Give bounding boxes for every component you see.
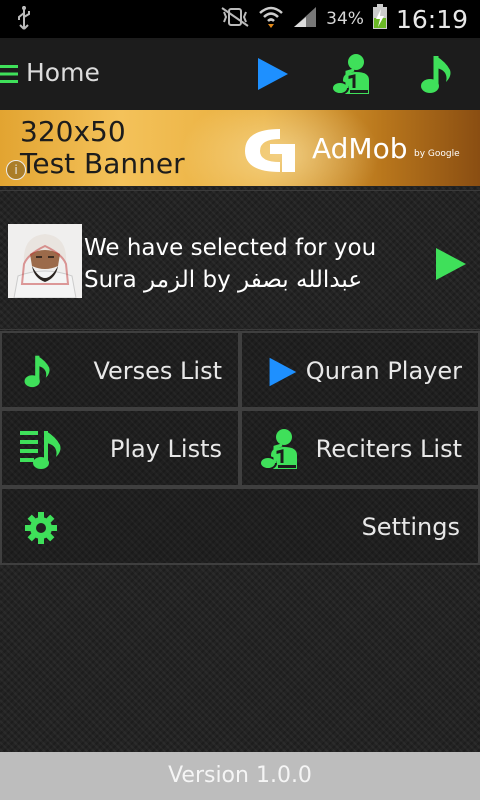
settings-button[interactable]: Settings: [0, 487, 480, 565]
play-icon: [266, 355, 298, 393]
verses-list-button[interactable]: Verses List: [0, 331, 240, 409]
signal-icon: [292, 5, 318, 33]
play-icon[interactable]: [254, 56, 290, 96]
playlist-icon: [18, 427, 64, 475]
verses-list-label: Verses List: [93, 357, 222, 385]
admob-by-google: by Google: [414, 149, 460, 159]
status-bar: 34% 16:19: [0, 0, 480, 38]
ad-info-icon[interactable]: i: [6, 160, 26, 180]
featured-heading: We have selected for you: [84, 235, 377, 261]
admob-brand: AdMob: [312, 132, 408, 165]
quran-player-button[interactable]: Quran Player: [240, 331, 480, 409]
settings-label: Settings: [361, 513, 460, 541]
home-title[interactable]: Home: [26, 58, 100, 87]
featured-sura-reciter: Sura الزمر by عبدالله بصفر: [84, 267, 363, 293]
featured-play-icon[interactable]: [434, 246, 468, 286]
quran-player-label: Quran Player: [305, 357, 462, 385]
reciter-avatar: [8, 224, 82, 298]
usb-icon: [16, 5, 32, 35]
ad-banner[interactable]: 320x50 Test Banner AdMob by Google: [0, 110, 480, 186]
reciter-icon: [258, 427, 302, 475]
menu-icon[interactable]: [0, 64, 18, 88]
battery-charging-icon: [372, 4, 388, 34]
music-note-icon[interactable]: [418, 52, 458, 100]
admob-logo-icon: [240, 124, 300, 178]
reciters-list-label: Reciters List: [315, 435, 462, 463]
battery-percent: 34%: [326, 9, 364, 29]
featured-recitation[interactable]: We have selected for you Sura الزمر by ع…: [0, 190, 480, 330]
play-lists-button[interactable]: Play Lists: [0, 409, 240, 487]
clock: 16:19: [395, 4, 468, 34]
banner-text: 320x50 Test Banner: [20, 116, 185, 180]
gear-icon: [24, 511, 58, 549]
reciter-icon[interactable]: [330, 52, 374, 100]
version-footer: Version 1.0.0: [0, 752, 480, 800]
mute-vibrate-icon: [220, 6, 250, 32]
banner-test-text: Test Banner: [20, 147, 185, 180]
reciters-list-button[interactable]: Reciters List: [240, 409, 480, 487]
action-bar: Home: [0, 38, 480, 111]
play-lists-label: Play Lists: [109, 435, 222, 463]
music-note-icon: [22, 351, 56, 395]
banner-size-text: 320x50: [20, 115, 126, 148]
wifi-icon: [258, 5, 284, 33]
